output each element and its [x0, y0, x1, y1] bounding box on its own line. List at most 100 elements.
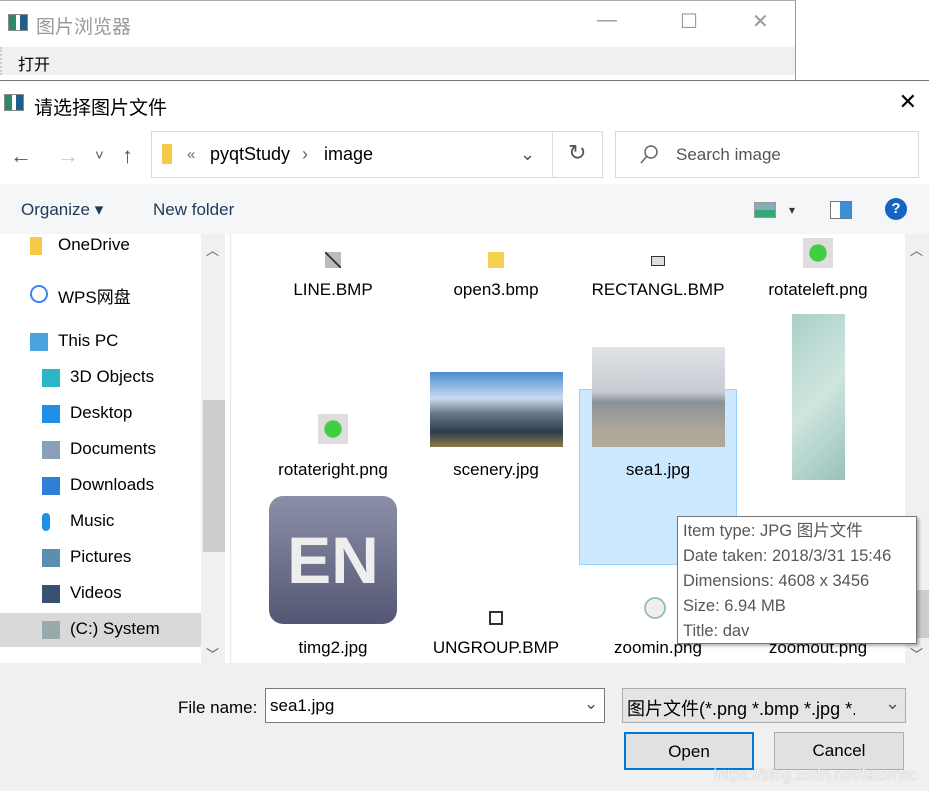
address-bar[interactable]: « pyqtStudy › image ⌄ ↻	[151, 131, 603, 178]
sidebar-item[interactable]: Pictures	[0, 541, 201, 575]
maximize-button[interactable]: ☐	[680, 9, 698, 34]
file-name: timg2.jpg	[298, 638, 368, 657]
tooltip-item-type: Item type: JPG 图片文件	[683, 522, 863, 540]
dialog-icon	[4, 94, 24, 111]
sidebar-item[interactable]: This PC	[0, 325, 201, 359]
tooltip-size: Size: 6.94 MB	[683, 597, 786, 615]
window-title: 图片浏览器	[36, 17, 132, 38]
file-type-select[interactable]: 图片文件(*.png *.bmp *.jpg *.jpeg) ⌄	[622, 688, 906, 723]
sidebar-item[interactable]: Videos	[0, 577, 201, 611]
open-button[interactable]: Open	[624, 732, 754, 770]
file-item[interactable]: UNGROUP.BMP	[418, 234, 574, 657]
dialog-footer: File name: sea1.jpg ⌄ 图片文件(*.png *.bmp *.…	[0, 663, 929, 791]
search-icon	[640, 145, 658, 164]
chevron-right-icon[interactable]: ›	[302, 144, 308, 165]
chevron-down-icon[interactable]: ⌄	[584, 694, 598, 714]
pictures-icon	[42, 549, 60, 567]
download-icon	[42, 477, 60, 495]
rectangle-icon	[651, 256, 665, 266]
file-item[interactable]: zoomout.png	[740, 234, 896, 657]
sidebar-item[interactable]: Desktop	[0, 397, 201, 431]
sidebar-item[interactable]: WPS网盘	[0, 277, 201, 311]
file-item[interactable]: zoomin.png	[580, 234, 736, 657]
file-item[interactable]: EN timg2.jpg	[255, 234, 411, 657]
minimize-button[interactable]: —	[597, 9, 617, 32]
mountain-thumbnail	[429, 372, 563, 447]
file-name: rotateleft.png	[768, 280, 868, 299]
sidebar-item-label: Downloads	[70, 475, 155, 494]
breadcrumb-image[interactable]: image	[324, 144, 373, 165]
sidebar-item[interactable]: 3D Objects	[0, 361, 201, 395]
dialog-close-button[interactable]: ✕	[899, 89, 917, 115]
sea-thumbnail	[591, 347, 725, 447]
sidebar-item[interactable]: Downloads	[0, 469, 201, 503]
recent-locations-button[interactable]: ˅	[95, 147, 104, 164]
tooltip-title: Title: dav	[683, 622, 750, 640]
preview-pane-icon[interactable]	[830, 201, 852, 219]
forward-button[interactable]: →	[57, 143, 79, 169]
cube-icon	[42, 369, 60, 387]
close-button[interactable]: ✕	[752, 9, 769, 34]
file-tooltip: Item type: JPG 图片文件 Date taken: 2018/3/3…	[677, 516, 917, 644]
en-thumbnail: EN	[269, 496, 397, 624]
menu-bar: 打开	[0, 47, 795, 75]
computer-icon	[30, 333, 48, 351]
view-dropdown[interactable]: ▾	[789, 203, 795, 217]
zoom-in-icon	[643, 596, 673, 626]
sidebar-item[interactable]: (C:) System	[0, 613, 201, 647]
sidebar-item-label: (C:) System	[70, 619, 160, 638]
up-button[interactable]: ↑	[122, 143, 133, 169]
back-button[interactable]: ←	[10, 143, 32, 169]
file-name: RECTANGL.BMP	[591, 280, 725, 299]
tooltip-dimensions: Dimensions: 4608 x 3456	[683, 572, 870, 590]
sidebar-item-label: Pictures	[70, 547, 132, 566]
open-folder-icon	[488, 252, 504, 268]
help-button[interactable]: ?	[885, 198, 907, 220]
file-name: rotateright.png	[278, 460, 388, 479]
marble-thumbnail	[791, 314, 845, 480]
dialog-title: 请选择图片文件	[34, 98, 168, 119]
navigation-pane: OneDrive WPS网盘 This PC 3D Objects Desktop Doc…	[0, 234, 201, 664]
sidebar-item-label: WPS网盘	[58, 288, 131, 307]
sidebar-item[interactable]: Music	[0, 505, 201, 539]
menu-open[interactable]: 打开	[18, 51, 50, 75]
sidebar-item-label: OneDrive	[58, 235, 130, 254]
file-name: open3.bmp	[453, 280, 539, 299]
sidebar-item-label: Documents	[70, 439, 156, 458]
breadcrumb-overflow[interactable]: «	[187, 146, 195, 163]
folder-icon	[30, 237, 42, 255]
background-window: 图片浏览器 — ☐ ✕ 打开	[0, 0, 796, 80]
scroll-up-icon[interactable]: ︿	[206, 240, 219, 259]
file-name: sea1.jpg	[625, 460, 691, 479]
sidebar-item[interactable]: OneDrive	[0, 229, 201, 263]
search-input[interactable]: Search image	[615, 131, 919, 178]
divider	[552, 132, 553, 177]
videos-icon	[42, 585, 60, 603]
scrollbar-thumb[interactable]	[203, 400, 225, 552]
music-icon	[42, 513, 50, 531]
search-placeholder: Search image	[676, 145, 781, 164]
rotate-right-icon	[318, 414, 348, 444]
file-name: scenery.jpg	[453, 460, 539, 479]
sidebar-item-label: Music	[70, 511, 115, 530]
address-dropdown-icon[interactable]: ⌄	[520, 144, 535, 165]
scroll-up-icon[interactable]: ︿	[910, 240, 923, 259]
app-icon	[8, 14, 28, 31]
file-name: LINE.BMP	[293, 280, 373, 299]
scroll-down-icon[interactable]: ﹀	[206, 644, 219, 663]
sidebar-scrollbar[interactable]: ︿ ﹀	[201, 234, 225, 664]
organize-button[interactable]: Organize ▾	[21, 200, 103, 220]
new-folder-button[interactable]: New folder	[153, 200, 234, 220]
file-name-input[interactable]: sea1.jpg ⌄	[265, 688, 605, 723]
document-icon	[42, 441, 60, 459]
refresh-button[interactable]: ↻	[568, 140, 586, 166]
ungroup-icon	[489, 611, 503, 625]
chevron-down-icon[interactable]: ⌄	[855, 689, 905, 722]
scroll-down-icon[interactable]: ﹀	[910, 644, 923, 663]
breadcrumb-pyqtstudy[interactable]: pyqtStudy	[210, 144, 290, 165]
rotate-left-icon	[803, 238, 833, 268]
cancel-button[interactable]: Cancel	[774, 732, 904, 770]
sidebar-item[interactable]: Documents	[0, 433, 201, 467]
view-icon[interactable]	[754, 202, 776, 218]
sidebar-item-label: Desktop	[70, 403, 133, 422]
